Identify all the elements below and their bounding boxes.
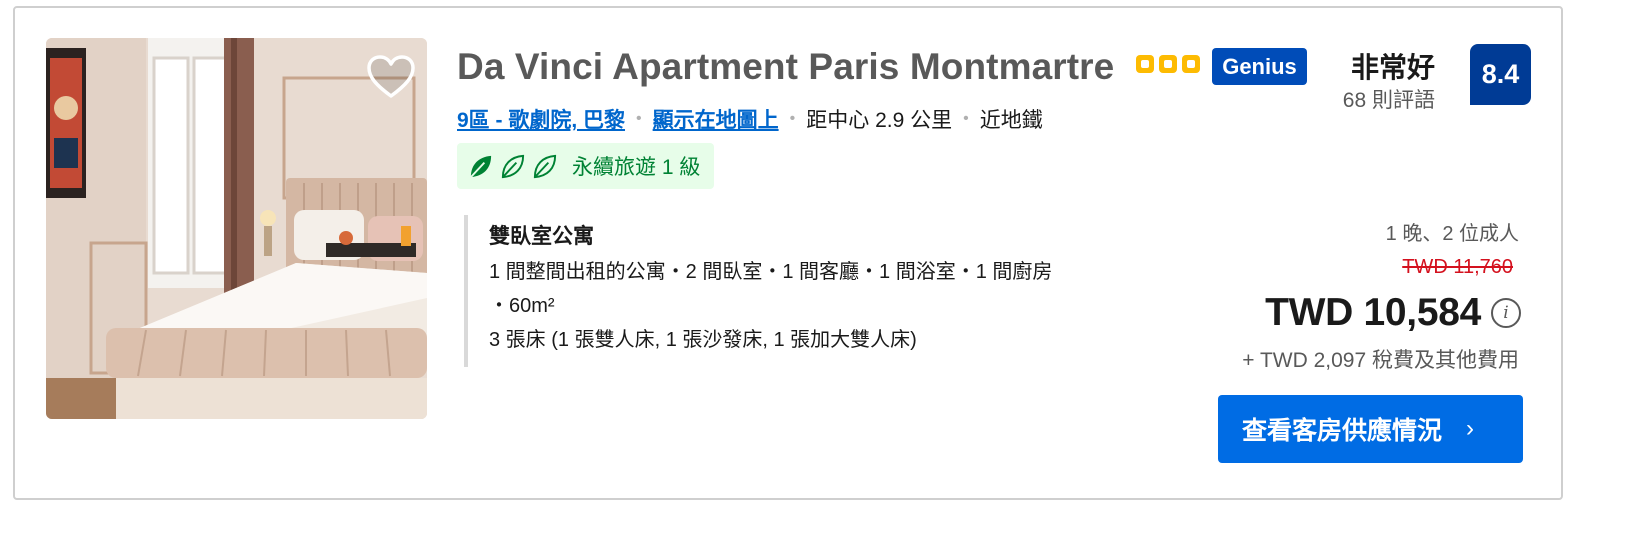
chevron-right-icon: › bbox=[1466, 415, 1475, 442]
sustainability-label: 永續旅遊 1 級 bbox=[572, 156, 701, 179]
star-icon bbox=[1159, 55, 1177, 73]
favorite-heart-icon[interactable] bbox=[366, 54, 416, 100]
genius-badge[interactable]: Genius bbox=[1212, 48, 1307, 85]
separator-dot: • bbox=[963, 110, 969, 127]
original-price: TWD 11,760 bbox=[1402, 256, 1513, 278]
room-size: ・60m² bbox=[489, 295, 555, 317]
sustainability-badge[interactable]: 永續旅遊 1 級 bbox=[457, 143, 714, 189]
leaf-outline-icon bbox=[501, 154, 525, 178]
rating-word[interactable]: 非常好 bbox=[1351, 46, 1435, 86]
leaf-filled-icon bbox=[470, 155, 492, 178]
current-price: TWD 10,584 bbox=[1265, 291, 1481, 334]
room-type: 雙臥室公寓 bbox=[489, 225, 594, 248]
distance-from-center: 距中心 2.9 公里 bbox=[806, 109, 953, 132]
metro-access: 近地鐵 bbox=[979, 109, 1043, 132]
separator-dot: • bbox=[636, 110, 642, 127]
taxes-and-fees: + TWD 2,097 稅費及其他費用 bbox=[1242, 349, 1519, 372]
separator-dot: • bbox=[789, 110, 796, 127]
see-availability-label: 查看客房供應情況 bbox=[1242, 417, 1443, 445]
show-on-map-link[interactable]: 顯示在地圖上 bbox=[653, 104, 779, 134]
stay-summary: 1 晚、2 位成人 bbox=[1385, 223, 1519, 245]
area-link[interactable]: 9區 - 歌劇院, 巴黎 bbox=[457, 104, 625, 134]
see-availability-button[interactable]: 查看客房供應情況 › bbox=[1218, 395, 1523, 463]
location-row: 9區 - 歌劇院, 巴黎 • 顯示在地圖上 • 距中心 2.9 公里 • 近地鐵 bbox=[457, 104, 1043, 134]
room-details: 雙臥室公寓 1 間整間出租的公寓・2 間臥室・1 間客廳・1 間浴室・1 間廚房… bbox=[464, 215, 1052, 367]
property-card: Da Vinci Apartment Paris Montmartre Geni… bbox=[13, 6, 1563, 500]
leaf-outline-icon bbox=[533, 154, 557, 178]
price-row: TWD 10,584 i bbox=[1265, 291, 1521, 335]
review-count[interactable]: 68 則評語 bbox=[1343, 84, 1435, 114]
review-score-badge[interactable]: 8.4 bbox=[1470, 44, 1531, 105]
bed-configuration: 3 張床 (1 張雙人床, 1 張沙發床, 1 張加大雙人床) bbox=[489, 329, 917, 351]
room-layout: 1 間整間出租的公寓・2 間臥室・1 間客廳・1 間浴室・1 間廚房 bbox=[489, 261, 1053, 283]
star-icon bbox=[1182, 55, 1200, 73]
property-title[interactable]: Da Vinci Apartment Paris Montmartre bbox=[457, 46, 1114, 88]
info-icon[interactable]: i bbox=[1491, 298, 1521, 328]
star-icon bbox=[1136, 55, 1154, 73]
star-rating bbox=[1136, 55, 1200, 73]
